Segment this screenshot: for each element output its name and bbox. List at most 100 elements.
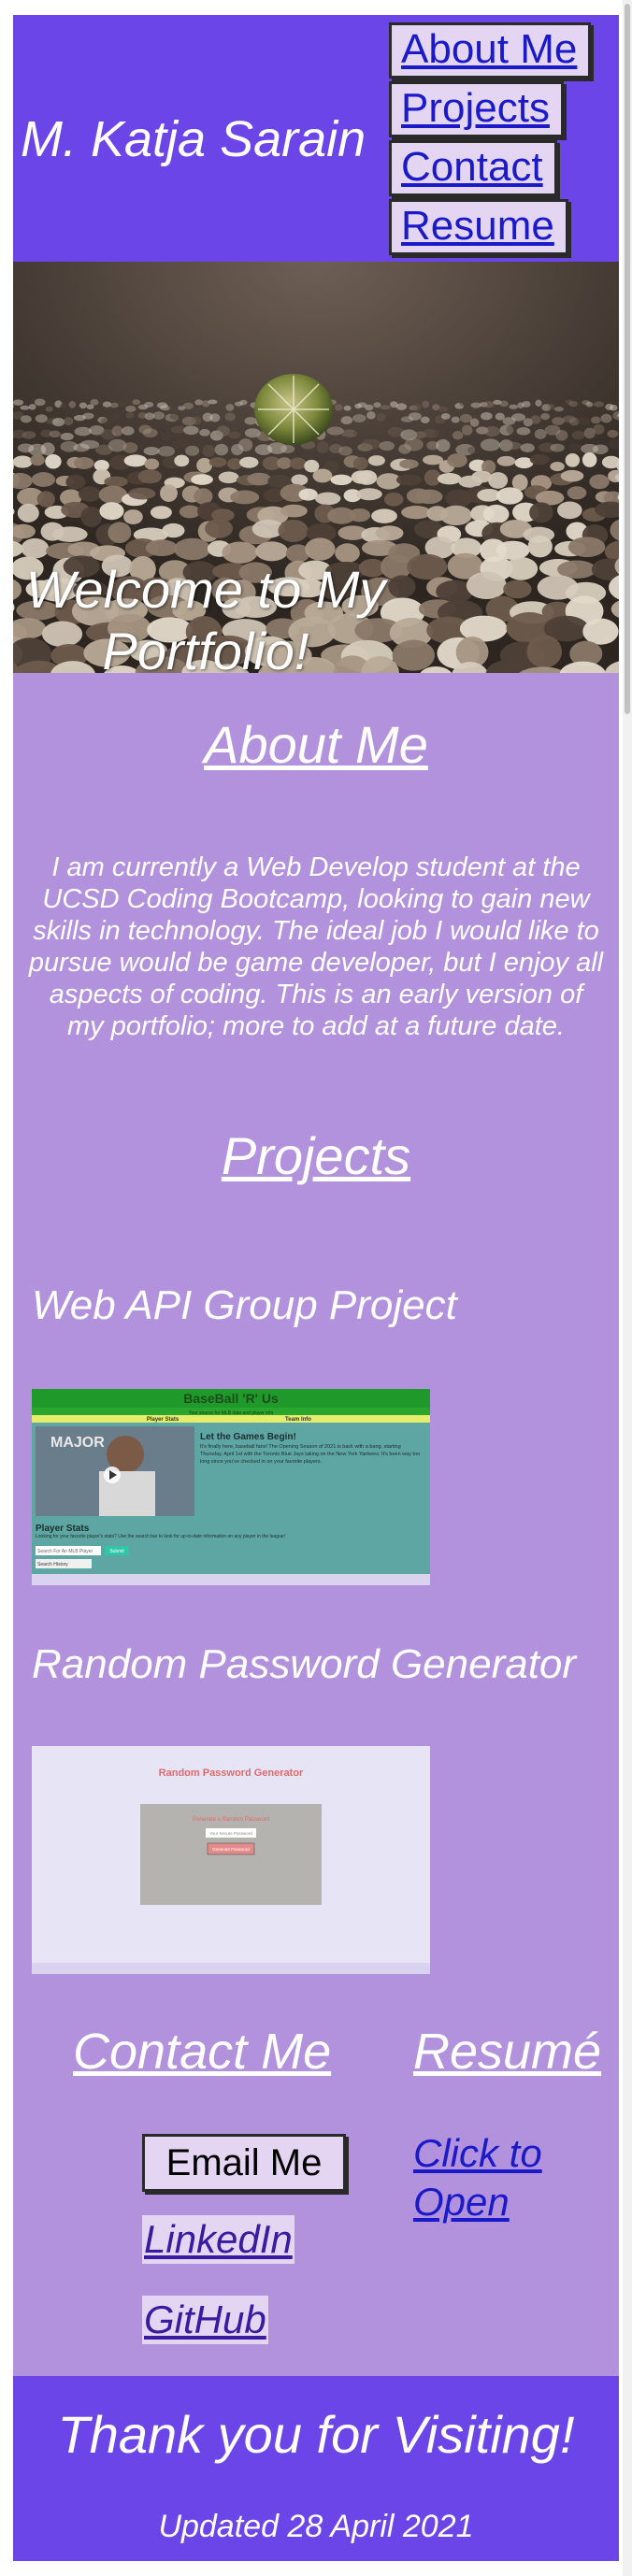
pebble <box>312 468 333 483</box>
pebble <box>582 452 597 467</box>
pebble <box>291 474 309 486</box>
pebble <box>482 401 495 408</box>
page-scrollbar[interactable] <box>623 0 632 2576</box>
pebble <box>330 474 352 486</box>
pebble <box>111 425 123 436</box>
pebble <box>530 415 541 424</box>
pebble <box>237 438 253 452</box>
nav-projects[interactable]: Projects <box>389 81 564 137</box>
pebble <box>340 416 353 425</box>
pebble <box>482 504 510 524</box>
pebble <box>244 417 257 425</box>
pebble <box>447 453 467 468</box>
pebble <box>20 405 30 410</box>
pebble <box>371 508 397 523</box>
pebble <box>59 403 68 409</box>
pebble <box>64 417 74 426</box>
pebble <box>585 401 594 408</box>
pebble <box>45 453 62 469</box>
pebble <box>228 431 241 439</box>
pebble <box>205 518 234 538</box>
site-title: M. Katja Sarain <box>21 111 366 167</box>
pebble <box>568 400 578 408</box>
pebble <box>214 443 229 456</box>
pebble <box>278 519 309 542</box>
pebble <box>150 506 172 520</box>
email-me-button[interactable]: Email Me <box>142 2134 346 2192</box>
pebble <box>560 469 584 482</box>
pebble <box>104 476 128 488</box>
pebble <box>202 445 216 457</box>
pebble <box>90 398 99 406</box>
pebble <box>440 412 451 420</box>
pebble <box>161 431 173 442</box>
shot-game-heading: Let the Games Begin! <box>200 1432 296 1442</box>
pebble <box>550 443 565 452</box>
about-paragraph: I am currently a Web Develop student at … <box>28 852 604 1041</box>
pebble <box>191 416 202 425</box>
nav-about-me[interactable]: About Me <box>389 22 592 79</box>
pebble <box>395 474 423 486</box>
pebble <box>433 427 444 437</box>
pebble <box>60 432 74 441</box>
pebble <box>607 429 619 438</box>
project-screenshot-web-api[interactable]: BaseBall 'R' Us Your source for MLB data… <box>32 1389 430 1585</box>
about-heading: About Me <box>204 715 428 774</box>
pebble <box>401 506 431 520</box>
pebble <box>534 428 547 439</box>
pebble <box>31 472 56 487</box>
nav-contact[interactable]: Contact <box>389 140 557 196</box>
pebble <box>496 455 516 466</box>
pebble <box>452 431 464 440</box>
pebble <box>65 474 86 490</box>
pebble <box>137 469 163 484</box>
hero-banner: Welcome to My Portfolio! <box>13 262 619 676</box>
pebble <box>28 404 36 410</box>
scrollbar-thumb[interactable] <box>625 4 630 714</box>
shot-game-text: It's finally here, baseball fans! The Op… <box>200 1444 421 1465</box>
pebble <box>216 425 230 436</box>
pebble <box>571 430 585 440</box>
pebble <box>122 442 138 453</box>
pebble <box>437 473 462 485</box>
project-screenshot-password[interactable]: Random Password Generator Generate a Ran… <box>32 1746 430 1974</box>
nav-resume[interactable]: Resume <box>389 199 568 255</box>
pebble <box>353 457 368 470</box>
pebble <box>591 416 601 424</box>
pebble <box>446 403 454 409</box>
github-link[interactable]: GitHub <box>142 2296 268 2344</box>
pebble <box>557 501 582 520</box>
pebble <box>208 399 218 405</box>
pebble <box>459 399 468 407</box>
pebble <box>379 440 395 451</box>
pebble <box>529 453 550 465</box>
pebble <box>404 437 424 451</box>
resume-open-link[interactable]: Click to Open <box>413 2129 563 2226</box>
baseball-app-preview: BaseBall 'R' Us Your source for MLB data… <box>32 1389 430 1585</box>
pebble <box>593 401 605 408</box>
pebble <box>550 461 565 472</box>
linkedin-link[interactable]: LinkedIn <box>142 2215 294 2264</box>
pebble <box>247 472 271 486</box>
pebble <box>142 428 158 438</box>
pebble <box>145 539 178 557</box>
pebble <box>101 417 114 424</box>
pebble <box>152 411 165 420</box>
pebble <box>22 431 36 439</box>
pebble <box>79 402 88 409</box>
pebble <box>326 426 344 436</box>
pebble <box>496 487 524 505</box>
pebble <box>372 424 385 435</box>
pebble <box>30 454 45 466</box>
project-title-web-api: Web API Group Project <box>32 1282 457 1328</box>
pebble <box>13 455 33 468</box>
pebble <box>375 525 404 541</box>
pebble <box>502 441 523 451</box>
pebble <box>555 429 568 441</box>
footer-updated-date: Updated 28 April 2021 <box>158 2509 474 2544</box>
pebble <box>209 413 221 422</box>
main-content: About Me I am currently a Web Develop st… <box>13 673 619 2376</box>
pebble <box>280 504 308 518</box>
pebble <box>235 415 246 424</box>
pebble <box>565 453 581 467</box>
